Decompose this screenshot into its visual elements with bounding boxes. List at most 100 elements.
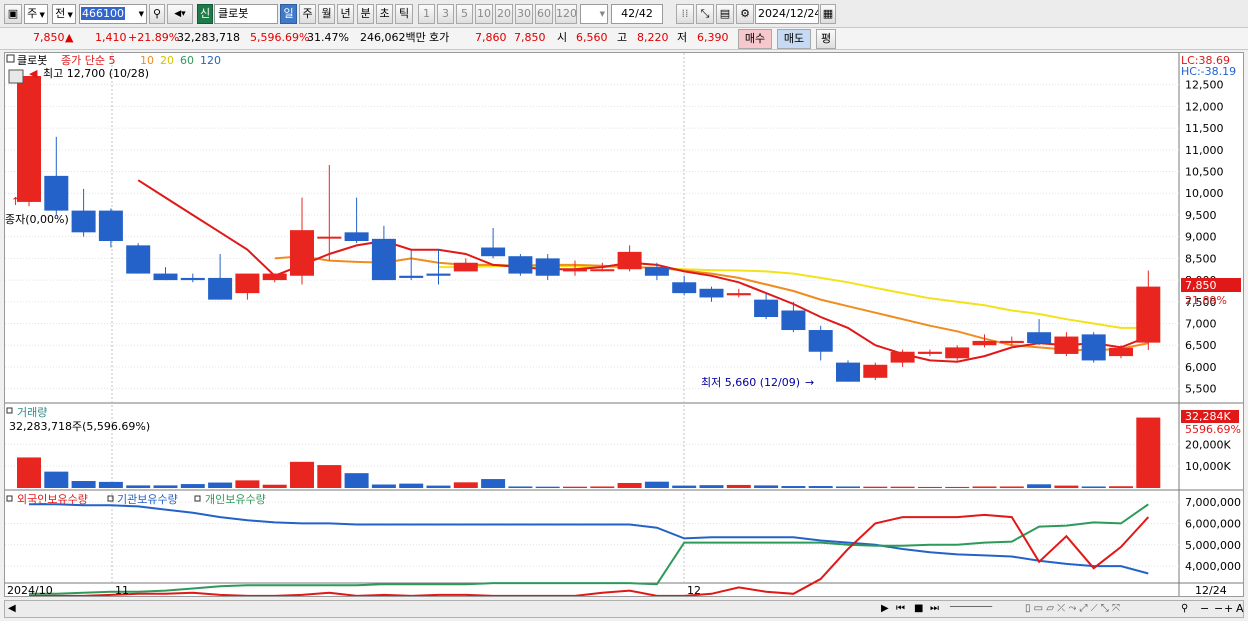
calendar-icon[interactable]: ▦ (820, 4, 836, 24)
interval-10-button[interactable]: 10 (475, 4, 493, 24)
period-minute-tab[interactable]: 분 (357, 4, 374, 24)
gear-icon[interactable]: ⚙ (736, 4, 754, 24)
high-label: 고 (617, 31, 628, 44)
last-page-icon[interactable]: ⏭ (930, 599, 939, 619)
period-week-tab[interactable]: 주 (299, 4, 316, 24)
period-second-tab[interactable]: 초 (376, 4, 393, 24)
candle-body (590, 269, 615, 272)
candle-body (945, 347, 970, 359)
holdings-toggle-icon[interactable] (6, 495, 13, 502)
zoom-in-icon[interactable]: + (1224, 599, 1233, 619)
price-tick-label: 12,500 (1185, 79, 1224, 92)
grid-icon[interactable]: ⁞⁞ (676, 4, 694, 24)
period-day-tab[interactable]: 일 (280, 4, 297, 24)
panel-toggle-icon[interactable] (6, 54, 15, 63)
candle-body (508, 256, 533, 274)
interval-20-button[interactable]: 20 (495, 4, 513, 24)
volume-bar (208, 482, 233, 488)
scroll-left-icon[interactable]: ◀ (8, 599, 16, 619)
drawing-tools-icons[interactable]: ▯ ▭ ▱ ⤫ ⤳ ⤢ ⟋ ⤡ ⤧ (1025, 599, 1120, 619)
volume-bar (344, 473, 369, 488)
date-input[interactable]: 2024/12/24 (755, 4, 819, 24)
interval-3-button[interactable]: 3 (437, 4, 454, 24)
price-panel-name: 클로봇 (17, 54, 47, 67)
volume-bar (453, 482, 478, 488)
speaker-icon[interactable]: ◀▾ (167, 4, 193, 24)
candle-body (535, 258, 560, 276)
current-price: 7,850 (33, 31, 65, 44)
individual-toggle-icon[interactable] (194, 495, 201, 502)
zoom-out-icon[interactable]: − (1200, 599, 1209, 619)
volume-bar (1109, 486, 1133, 488)
save-icon[interactable]: ▤ (716, 4, 734, 24)
sell-button[interactable]: 매도 (777, 29, 811, 49)
prev-select[interactable]: 전 ▼ (52, 4, 76, 24)
interval-60-label: 60 (537, 7, 551, 20)
volume-tick-label: 10,000K (1185, 460, 1231, 473)
interval-60-button[interactable]: 60 (535, 4, 553, 24)
average-label: 평 (820, 32, 832, 45)
bar-count-field[interactable]: 42/42 (611, 4, 663, 24)
search-icon[interactable]: ⚲ (149, 4, 165, 24)
left-note: 종자(0,00%) (5, 213, 69, 226)
stop-icon[interactable]: ■ (914, 599, 923, 619)
bar-count: 42 (621, 7, 636, 20)
bar-count-total: /42 (635, 7, 653, 20)
reset-icon[interactable]: − (1214, 599, 1223, 619)
interval-1-button[interactable]: 1 (418, 4, 435, 24)
stock-name: 클로봇 (218, 7, 249, 20)
scroll-right-icon[interactable]: ▶ (881, 599, 889, 619)
date-value: 2024/12/24 (758, 7, 819, 20)
interval-5-button[interactable]: 5 (456, 4, 473, 24)
average-button[interactable]: 평 (816, 29, 836, 49)
price-change: 1,410 (95, 31, 127, 44)
interval-30-label: 30 (517, 7, 531, 20)
chart-area[interactable]: 12,500 12,000 11,500 11,000 10,500 10,000 9,50… (4, 52, 1244, 597)
price-tick-label: 10,500 (1185, 166, 1224, 179)
period-tick-tab[interactable]: 틱 (395, 4, 413, 24)
volume-bar (972, 486, 997, 488)
candle-body (98, 210, 123, 242)
buy-button[interactable]: 매수 (738, 29, 772, 49)
candle-body (836, 362, 860, 382)
new-listing-badge: 신 (197, 4, 213, 24)
volume-toggle-icon[interactable] (6, 407, 13, 414)
zoom-slider[interactable]: ─────── (950, 598, 992, 618)
x-label-oct: 2024/10 (7, 584, 53, 596)
price-tick-label: 9,000 (1185, 231, 1217, 244)
chart-type-icon[interactable]: ⤡ (696, 4, 714, 24)
candle-body (1081, 334, 1106, 361)
low-note: 최저 5,660 (12/09) (701, 376, 800, 389)
individual-line (29, 503, 1149, 595)
volume-current-pct: 5596.69% (1185, 423, 1241, 436)
ma120-legend: 120 (200, 54, 221, 67)
holdings-tick-label: 6,000,000 (1185, 517, 1241, 530)
volume-value: 32,283,718 (177, 31, 240, 44)
volume-bar (754, 485, 779, 488)
window-menu-icon[interactable]: ▣ (4, 4, 22, 24)
stock-code-value: 466100 (81, 7, 125, 20)
volume-detail: 32,283,718주(5,596.69%) (9, 420, 150, 433)
candle-body (563, 269, 587, 272)
interval-120-button[interactable]: 120 (555, 4, 577, 24)
text-tool-icon[interactable]: A (1236, 599, 1244, 619)
bottom-scrollbar[interactable]: ◀ ▶ ⏮ ■ ⏭ ─────── ▯ ▭ ▱ ⤫ ⤳ ⤢ ⟋ ⤡ ⤧ ⚲ − … (4, 600, 1244, 618)
candle-body (126, 245, 151, 274)
low-arrow-icon: → (805, 376, 814, 389)
mode-select[interactable]: 주 ▼ (24, 4, 48, 24)
period-day-label: 일 (283, 7, 294, 20)
interval-custom-select[interactable]: ▼ (580, 4, 608, 24)
up-marker-icon: ↑ (11, 195, 20, 208)
period-year-tab[interactable]: 년 (337, 4, 354, 24)
interval-30-button[interactable]: 30 (515, 4, 533, 24)
period-week-label: 주 (302, 7, 313, 20)
high-price: 8,220 (637, 31, 669, 44)
zoom-search-icon[interactable]: ⚲ (1181, 599, 1188, 619)
stock-code-input[interactable]: 466100 ▼ (79, 4, 147, 24)
candle-body (290, 230, 314, 276)
holdings-tick-label: 7,000,000 (1185, 496, 1241, 509)
x-label-nov: 11 (115, 584, 129, 596)
calendar-grid-icon[interactable] (8, 69, 24, 84)
period-month-tab[interactable]: 월 (318, 4, 335, 24)
first-page-icon[interactable]: ⏮ (896, 599, 905, 619)
